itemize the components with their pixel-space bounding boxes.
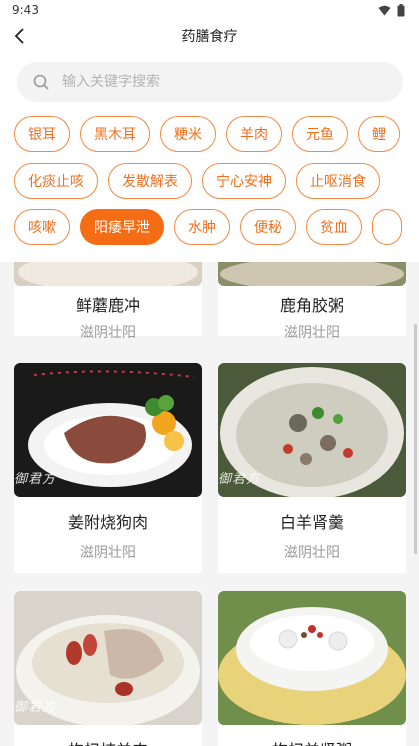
battery-icon [397,3,405,16]
recipe-name: 鲜蘑鹿冲 [75,296,140,315]
page-title: 药膳食疗 [181,29,238,45]
wifi-icon [378,5,391,15]
recipe-category: 滋阴壮阳 [80,325,136,341]
recipe-watermark: 御君方 [218,472,261,487]
recipe-name: 白羊肾羹 [279,513,344,532]
tag-yangwei-zaoxie[interactable]: 阳痿早泄 [80,209,164,245]
app-header: 药膳食疗 [0,20,419,52]
tag-yangrou[interactable]: 羊肉 [226,116,282,152]
recipe-name: 姜附烧狗肉 [67,513,148,532]
tag-heimuer[interactable]: 黑木耳 [80,116,150,152]
recipe-image: 御君方 [14,591,202,725]
tag-bianmi[interactable]: 便秘 [240,209,296,245]
recipe-card[interactable]: 鲜蘑鹿冲 滋阴壮阳 [14,262,202,341]
chevron-left-icon [14,28,24,44]
recipe-watermark: 御君方 [14,472,57,487]
status-bar: 9:43 [0,0,419,20]
recipe-image [14,262,202,286]
recipe-card[interactable]: 御君方 枸杞炖羊肉 [14,591,202,746]
recipe-name: 枸杞羊肾粥 [218,737,406,746]
status-time: 9:43 [12,3,39,17]
recipe-image [218,591,406,725]
tag-pinxue[interactable]: 贫血 [306,209,362,245]
tag-ningxin-anshen[interactable]: 宁心安神 [202,163,286,199]
tag-huatan-zhike[interactable]: 化痰止咳 [14,163,98,199]
tag-li[interactable]: 鲤 [358,116,400,152]
tag-more[interactable] [372,209,402,245]
recipe-image: 御君方 [14,363,202,497]
tag-fasan-jiebiao[interactable]: 发散解表 [108,163,192,199]
search-icon [32,73,50,91]
tag-jingmi[interactable]: 粳米 [160,116,216,152]
scrollbar[interactable] [414,324,417,554]
recipe-category: 滋阴壮阳 [284,325,340,341]
recipe-card[interactable]: 鹿角胶粥 滋阴壮阳 [218,262,406,341]
search-bar[interactable] [17,62,403,102]
tag-zhiou-xiaoshi[interactable]: 止呕消食 [296,163,380,199]
tag-kesou[interactable]: 咳嗽 [14,209,70,245]
tag-row-3: 咳嗽 阳痿早泄 水肿 便秘 贫血 [0,209,419,247]
recipe-grid: 鲜蘑鹿冲 滋阴壮阳 鹿角胶粥 滋阴壮阳 御君方 姜附烧狗肉 滋阴壮阳 御君方 白… [0,262,419,746]
recipe-watermark: 御君方 [14,700,57,715]
recipe-card[interactable]: 枸杞羊肾粥 [218,591,406,746]
status-icons [378,3,405,17]
tag-row-1: 银耳 黑木耳 粳米 羊肉 元鱼鲤 [0,116,419,154]
recipe-image [218,262,406,286]
recipe-card[interactable]: 御君方 白羊肾羹 滋阴壮阳 [218,363,406,573]
back-button[interactable] [6,22,34,50]
tag-shuizhong[interactable]: 水肿 [174,209,230,245]
search-input[interactable] [62,74,362,90]
recipe-name: 枸杞炖羊肉 [14,737,202,746]
recipe-category: 滋阴壮阳 [80,545,136,561]
recipe-card[interactable]: 御君方 姜附烧狗肉 滋阴壮阳 [14,363,202,573]
recipe-image: 御君方 [218,363,406,497]
recipe-category: 滋阴壮阳 [284,545,340,561]
tag-yuanyu[interactable]: 元鱼 [292,116,348,152]
recipe-name: 鹿角胶粥 [279,296,344,315]
tag-row-2: 化痰止咳 发散解表 宁心安神 止呕消食 [0,163,419,201]
tag-yiner[interactable]: 银耳 [14,116,70,152]
